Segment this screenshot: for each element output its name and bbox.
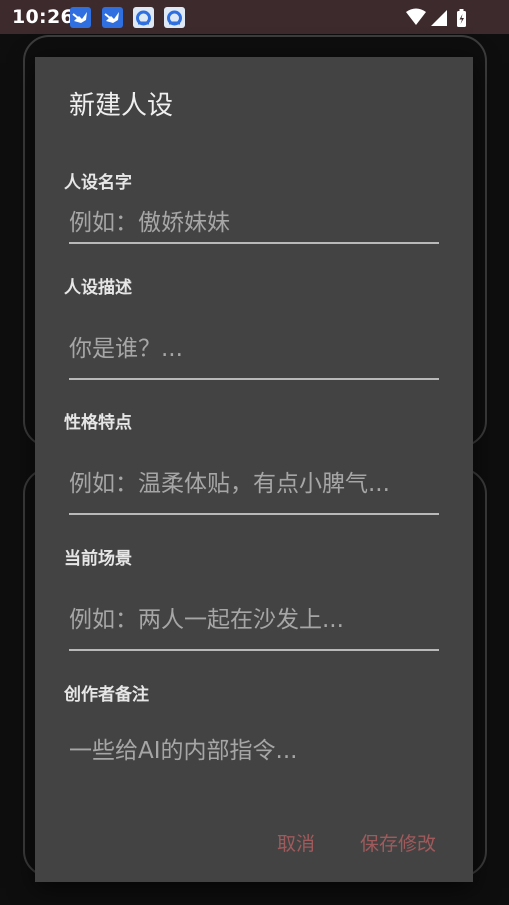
sync-app-icon <box>164 7 185 28</box>
save-button[interactable]: 保存修改 <box>360 829 436 856</box>
new-persona-dialog: 新建人设 人设名字 人设描述 性格特点 当前场景 创作者备注 取消 保存修改 <box>35 57 473 882</box>
app-screen: 10:26 新建人设 人设名字 例如：傲娇妹妹 人设描述 你是谁？... 性格特… <box>0 0 509 905</box>
signal-icon <box>431 10 447 26</box>
wifi-icon <box>406 8 426 25</box>
cancel-button[interactable]: 取消 <box>277 829 315 856</box>
bird-app-icon <box>70 7 91 28</box>
persona-name-label: 人设名字 <box>64 173 132 193</box>
persona-description-input[interactable] <box>69 319 439 380</box>
status-bar: 10:26 <box>0 0 509 34</box>
status-time: 10:26 <box>12 6 74 28</box>
battery-icon <box>457 9 466 27</box>
sync-app-icon <box>133 7 154 28</box>
personality-input[interactable] <box>69 454 439 515</box>
bird-app-icon <box>102 7 123 28</box>
system-status-icons <box>405 8 475 27</box>
dialog-title: 新建人设 <box>69 91 174 121</box>
creator-notes-label: 创作者备注 <box>64 685 149 705</box>
current-scene-label: 当前场景 <box>64 549 132 569</box>
persona-name-input[interactable] <box>69 203 439 244</box>
current-scene-input[interactable] <box>69 590 439 651</box>
creator-notes-input[interactable] <box>69 727 439 775</box>
personality-label: 性格特点 <box>64 413 132 433</box>
persona-description-label: 人设描述 <box>64 278 132 298</box>
